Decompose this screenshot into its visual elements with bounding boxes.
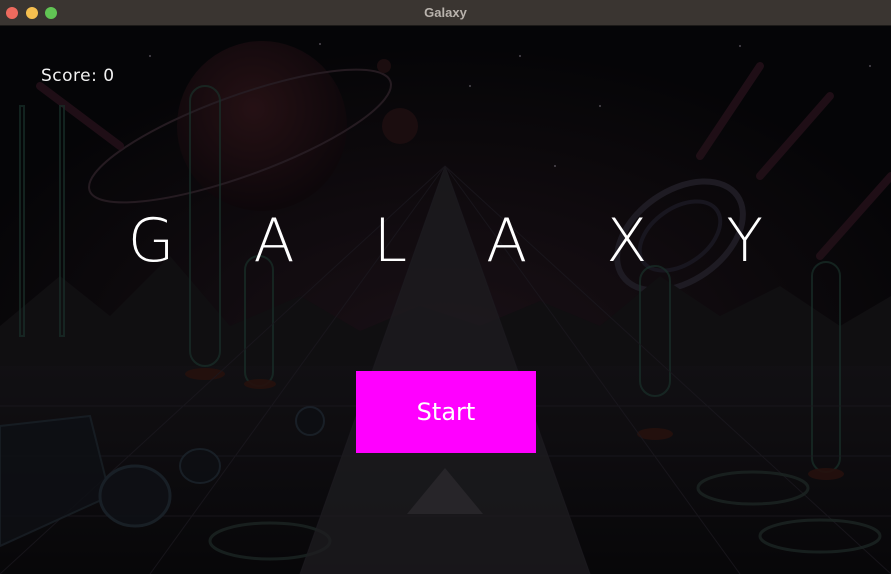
window-title: Galaxy [424, 5, 467, 20]
title-bar: Galaxy [0, 0, 891, 26]
start-button[interactable]: Start [356, 371, 536, 453]
score-label: Score: 0 [41, 66, 115, 86]
game-title: G A L A X Y [127, 206, 794, 276]
app-window: Galaxy Score: 0 G A L A X Y Start [0, 0, 891, 574]
game-canvas[interactable]: Score: 0 G A L A X Y Start [0, 26, 891, 574]
space-background [0, 26, 891, 574]
